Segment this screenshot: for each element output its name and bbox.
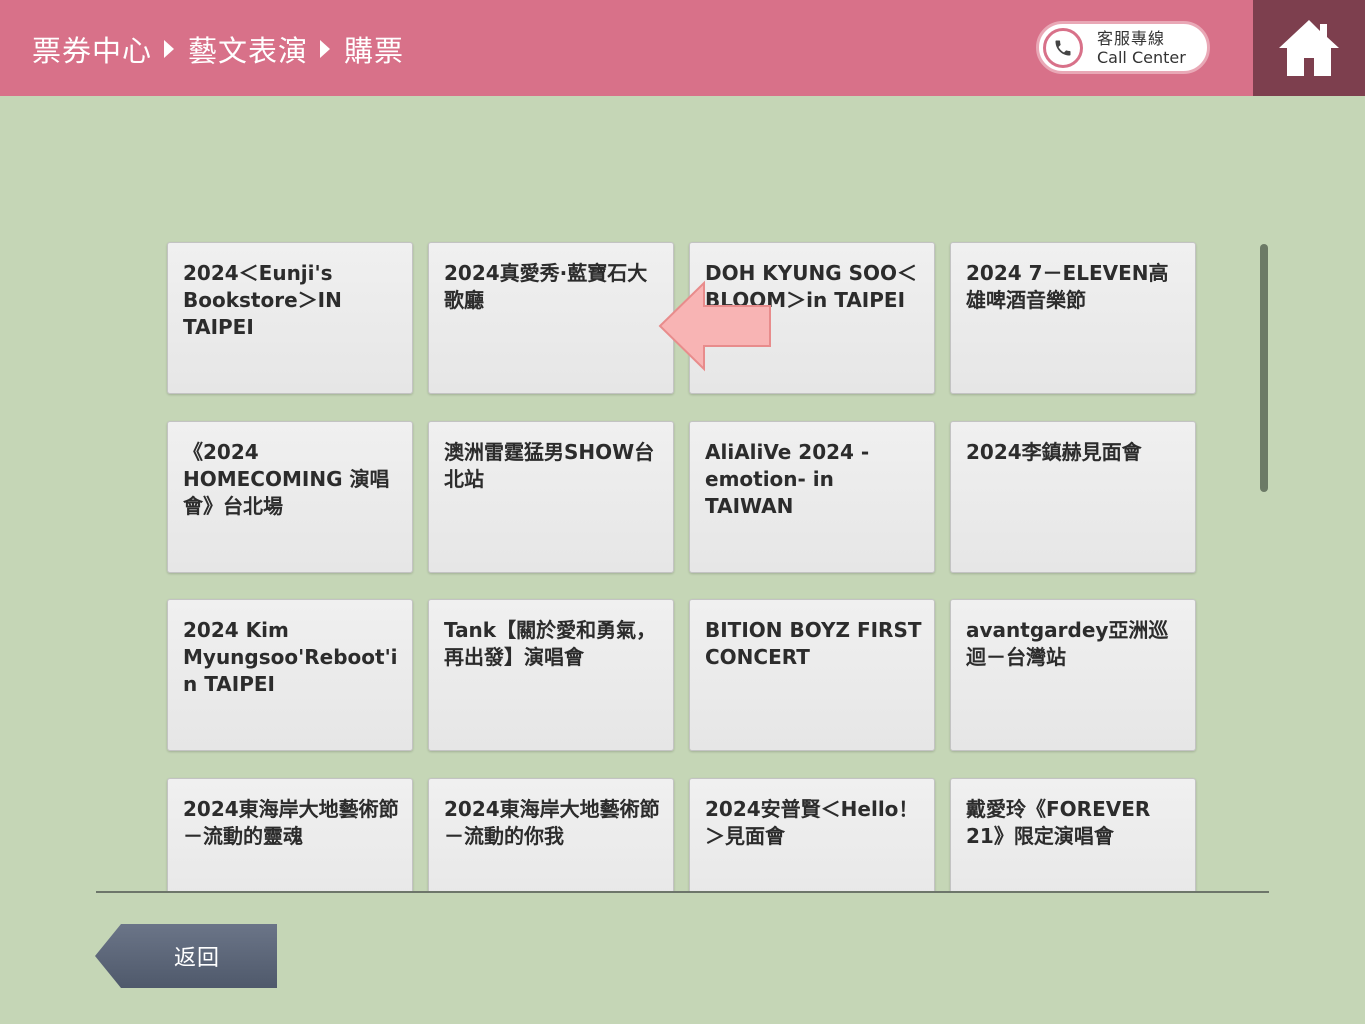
event-tile[interactable]: 《2024 HOMECOMING 演唱會》台北場 — [167, 421, 413, 573]
phone-icon — [1043, 27, 1083, 68]
event-tile[interactable]: 澳洲雷霆猛男SHOW台北站 — [428, 421, 674, 573]
divider-line — [96, 891, 1269, 893]
event-tile[interactable]: 2024安普賢＜Hello！＞見面會 — [689, 778, 935, 892]
scrollbar[interactable] — [1260, 244, 1268, 492]
event-tile[interactable]: AliAliVe 2024 -emotion- in TAIWAN — [689, 421, 935, 573]
header-bar: 票券中心 藝文表演 購票 客服專線 Call Center — [0, 0, 1253, 96]
event-tile[interactable]: 2024 Kim Myungsoo'Reboot'in TAIPEI — [167, 599, 413, 751]
event-tile[interactable]: 戴愛玲《FOREVER 21》限定演唱會 — [950, 778, 1196, 892]
back-label: 返回 — [173, 946, 220, 971]
breadcrumb-ticket-center[interactable]: 票券中心 — [32, 28, 152, 70]
back-button[interactable]: 返回 — [95, 924, 277, 988]
event-tile[interactable]: 2024東海岸大地藝術節－流動的你我 — [428, 778, 674, 892]
breadcrumb-buy-ticket: 購票 — [344, 34, 405, 68]
call-center-label: 客服專線 Call Center — [1097, 29, 1186, 67]
breadcrumb: 票券中心 藝文表演 購票 — [32, 28, 404, 70]
breadcrumb-separator-icon — [164, 40, 175, 58]
event-tile[interactable]: 2024東海岸大地藝術節－流動的靈魂 — [167, 778, 413, 892]
arrow-left-icon — [658, 280, 771, 372]
call-center-label-zh: 客服專線 — [1097, 28, 1166, 48]
home-icon — [1279, 20, 1339, 76]
event-tile[interactable]: Tank【關於愛和勇氣，再出發】演唱會 — [428, 599, 674, 751]
home-button[interactable] — [1253, 0, 1365, 96]
breadcrumb-arts-performances[interactable]: 藝文表演 — [188, 28, 308, 70]
event-tile[interactable]: 2024＜Eunji's Bookstore＞IN TAIPEI — [167, 242, 413, 394]
call-center-label-en: Call Center — [1097, 47, 1186, 67]
event-tile[interactable]: 2024李鎮赫見面會 — [950, 421, 1196, 573]
event-tile[interactable]: 2024真愛秀·藍寶石大歌廳 — [428, 242, 674, 394]
event-tile[interactable]: 2024 7－ELEVEN高雄啤酒音樂節 — [950, 242, 1196, 394]
breadcrumb-separator-icon — [320, 40, 331, 58]
call-center-button[interactable]: 客服專線 Call Center — [1036, 21, 1210, 74]
event-tile[interactable]: avantgardey亞洲巡迴－台灣站 — [950, 599, 1196, 751]
event-tile[interactable]: BITION BOYZ FIRST CONCERT — [689, 599, 935, 751]
